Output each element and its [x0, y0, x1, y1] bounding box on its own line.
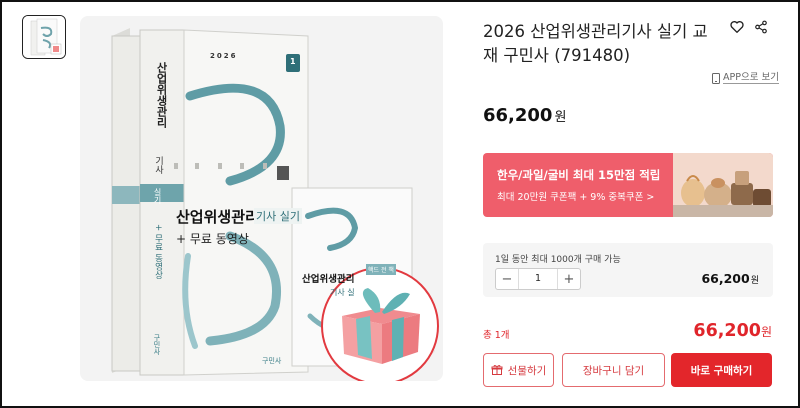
banner-subline: 최대 20만원 쿠폰팩 + 9% 중복쿠폰 >: [497, 192, 655, 203]
option-box: 1일 동안 최대 1000개 구매 가능 − 1 + 66,200원: [483, 243, 773, 297]
spine-title: 산업위생관리: [155, 62, 168, 128]
option-price-unit: 원: [750, 276, 759, 286]
price-unit: 원: [554, 110, 567, 125]
mobile-icon: [712, 72, 720, 84]
second-book-tag: 핵드 전 책: [366, 264, 396, 275]
cover-type-label: 기사 실기: [254, 208, 302, 224]
banner-headline: 한우/과일/굴비 최대 15만점 적립: [497, 168, 661, 182]
add-to-cart-button[interactable]: 장바구니 담기: [562, 353, 665, 387]
spine-level: 실기: [153, 188, 162, 204]
quantity-plus-button[interactable]: +: [558, 269, 580, 289]
product-thumbnail[interactable]: [22, 15, 66, 59]
heart-icon: [730, 21, 744, 33]
purchase-limit-text: 1일 동안 최대 1000개 구매 가능: [495, 255, 621, 265]
gift-button-label: 선물하기: [507, 364, 547, 377]
gift-icon: [491, 365, 503, 375]
option-price-value: 66,200: [701, 271, 750, 286]
app-link-label: APP으로 보기: [723, 72, 779, 84]
second-book-type: 기사 실: [330, 288, 355, 297]
cover-subtitle: + 무료 동영상: [176, 232, 249, 246]
share-icon: [755, 20, 767, 34]
option-price: 66,200원: [701, 271, 759, 286]
second-book-title: 산업위생관리: [302, 274, 355, 285]
quantity-stepper[interactable]: − 1 +: [495, 268, 581, 290]
promo-banner[interactable]: 한우/과일/굴비 최대 15만점 적립 최대 20만원 쿠폰팩 + 9% 중복쿠…: [483, 153, 773, 217]
cover-volume: 1: [290, 57, 296, 66]
gift-set-image: [673, 153, 773, 217]
cart-button-label: 장바구니 담기: [582, 364, 645, 377]
product-main-image[interactable]: 2026 1 산업위생관리 기사 실기 + 무료 동영상 구민사 산업위생관리 …: [80, 16, 443, 381]
wishlist-button[interactable]: [726, 16, 748, 38]
buy-button-label: 바로 구매하기: [690, 364, 753, 377]
total-price-value: 66,200: [693, 321, 761, 341]
gift-button[interactable]: 선물하기: [483, 353, 554, 387]
buy-now-button[interactable]: 바로 구매하기: [671, 353, 772, 387]
spine-subtitle: + 무료 동영상: [153, 224, 163, 280]
total-price: 66,200원: [693, 321, 772, 341]
share-button[interactable]: [750, 16, 772, 38]
quantity-minus-button[interactable]: −: [496, 269, 518, 289]
cover-year: 2026: [210, 52, 238, 60]
quantity-input[interactable]: 1: [518, 269, 558, 289]
spine-type: 기사: [153, 156, 163, 174]
thumbnail-image: [23, 16, 65, 58]
cover-publisher: 구민사: [262, 357, 282, 365]
product-title: 2026 산업위생관리기사 실기 교재 구민사 (791480): [483, 22, 708, 65]
cover-title: 산업위생관리: [176, 208, 259, 226]
product-price: 66,200 원: [483, 105, 566, 126]
book-cover-illustration: [111, 28, 439, 381]
price-value: 66,200: [483, 105, 553, 126]
spine-publisher: 구민사: [153, 334, 161, 355]
app-view-link[interactable]: APP으로 보기: [712, 72, 779, 84]
total-price-unit: 원: [760, 325, 772, 339]
total-count: 총 1개: [483, 330, 510, 341]
